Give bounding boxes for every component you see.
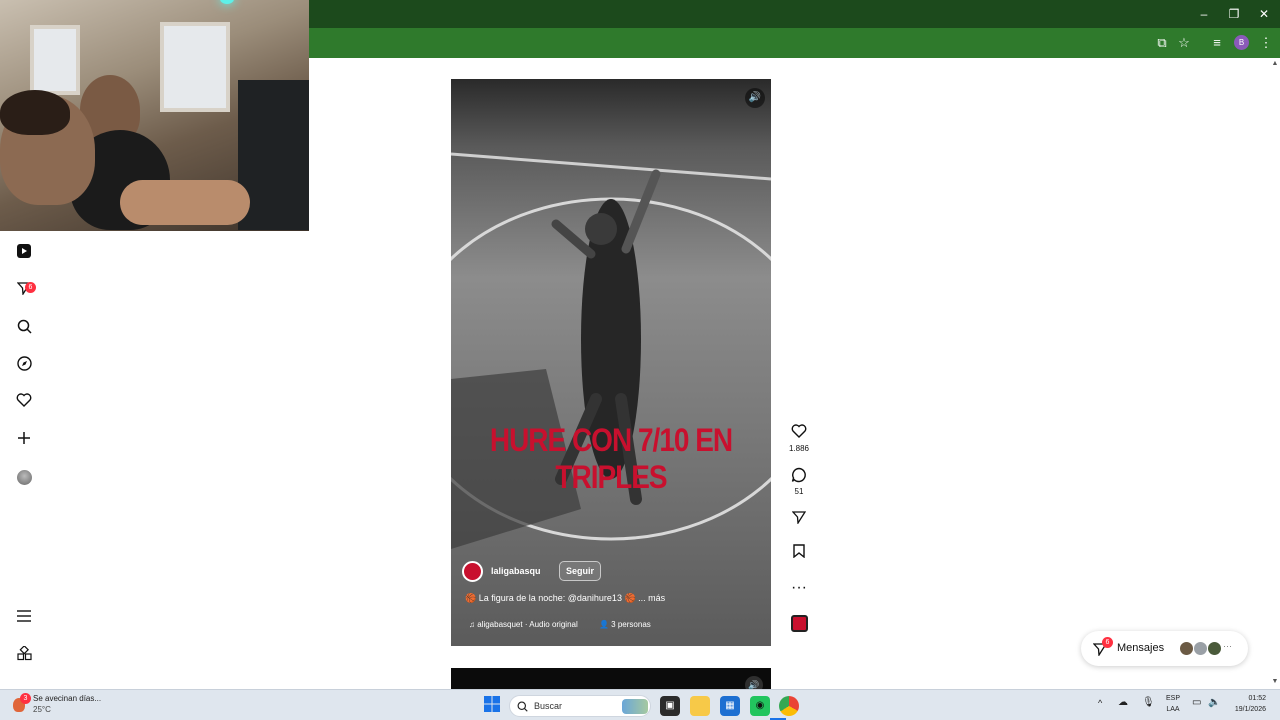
install-app-icon[interactable]: ⧉ bbox=[1153, 34, 1171, 52]
room-window bbox=[160, 22, 230, 112]
direct-badge: 6 bbox=[25, 282, 36, 293]
keyboard-layout-indicator[interactable]: LAA bbox=[1163, 706, 1183, 713]
more-dots-icon: ··· bbox=[1223, 641, 1232, 651]
reel-author-avatar[interactable] bbox=[462, 561, 483, 582]
avatar bbox=[1193, 641, 1208, 656]
search-icon[interactable] bbox=[14, 319, 34, 339]
heart-icon[interactable] bbox=[786, 424, 812, 444]
compass-icon[interactable] bbox=[14, 356, 34, 376]
comment-action[interactable]: 51 bbox=[786, 467, 812, 496]
plus-icon[interactable] bbox=[14, 431, 34, 451]
webcam-overlay bbox=[0, 0, 309, 231]
messages-badge: 6 bbox=[1102, 637, 1113, 648]
messages-button[interactable]: 6 Mensajes ··· bbox=[1081, 631, 1248, 666]
screen: – ❐ ✕ ⧉ ☆ ≡ B ⋮ 6 ▲ ▼ 🔊 HURE CON 7/10 EN… bbox=[0, 0, 1280, 720]
grid-icon[interactable] bbox=[14, 645, 34, 666]
weather-text[interactable]: Se avecinan días... bbox=[33, 694, 101, 703]
bookmark-star-icon[interactable]: ☆ bbox=[1175, 34, 1193, 52]
room-window bbox=[30, 25, 80, 95]
restore-button[interactable]: ❐ bbox=[1224, 4, 1244, 24]
reels-icon[interactable] bbox=[14, 244, 34, 264]
reel-overlay-text: HURE CON 7/10 EN TRIPLES bbox=[489, 422, 733, 495]
video-frame bbox=[451, 79, 771, 646]
taskbar-search[interactable]: Buscar bbox=[509, 695, 651, 717]
close-button[interactable]: ✕ bbox=[1254, 4, 1274, 24]
share-action[interactable] bbox=[786, 510, 812, 530]
next-reel-video[interactable]: 🔊 bbox=[451, 668, 771, 694]
save-action[interactable] bbox=[786, 544, 812, 564]
reel-author-name[interactable]: laligabasqu bbox=[491, 566, 541, 576]
reel-audio[interactable]: ♫ aligabasquet · Audio original bbox=[469, 620, 578, 629]
messages-label: Mensajes bbox=[1117, 642, 1165, 654]
search-highlight-image bbox=[622, 699, 648, 714]
media-control-icon[interactable]: ≡ bbox=[1208, 34, 1226, 52]
profile-avatar-icon[interactable]: B bbox=[1234, 35, 1249, 50]
like-action[interactable]: 1.886 bbox=[786, 424, 812, 453]
comment-count: 51 bbox=[794, 487, 804, 496]
store-icon[interactable]: ▦ bbox=[720, 696, 740, 716]
windows-start-icon[interactable] bbox=[482, 696, 502, 716]
scroll-down-arrow[interactable]: ▼ bbox=[1270, 678, 1280, 686]
weather-temp: 25°C bbox=[33, 705, 51, 714]
reel-tagged-people[interactable]: 👤 3 personas bbox=[599, 620, 651, 629]
scroll-up-arrow[interactable]: ▲ bbox=[1270, 60, 1280, 68]
chrome-icon[interactable] bbox=[779, 696, 799, 716]
language-indicator[interactable]: ESP bbox=[1163, 695, 1183, 702]
avatar-icon[interactable] bbox=[14, 468, 34, 488]
taskbar-search-placeholder: Buscar bbox=[534, 701, 563, 711]
volume-muted-icon[interactable]: 🔈 bbox=[1208, 697, 1220, 708]
reel-caption[interactable]: 🏀 La figura de la noche: @danihure13 🏀 .… bbox=[465, 593, 665, 604]
onedrive-icon[interactable]: ☁ bbox=[1118, 697, 1128, 708]
clock-date[interactable]: 19/1/2026 bbox=[1222, 706, 1266, 713]
audio-thumbnail[interactable] bbox=[786, 615, 812, 632]
bookmark-icon[interactable] bbox=[786, 544, 812, 564]
clock-time[interactable]: 01:52 bbox=[1226, 695, 1266, 702]
more-options-action[interactable]: ··· bbox=[786, 578, 812, 598]
lamp-light bbox=[220, 0, 234, 4]
volume-icon[interactable]: 🔊 bbox=[745, 88, 765, 108]
paper-plane-icon[interactable] bbox=[786, 510, 812, 530]
weather-badge: 3 bbox=[20, 693, 31, 704]
chevron-up-icon[interactable]: ^ bbox=[1098, 698, 1102, 708]
avatar bbox=[1179, 641, 1194, 656]
heart-icon[interactable] bbox=[14, 393, 34, 413]
person-arm bbox=[120, 180, 250, 225]
more-dots-icon[interactable]: ··· bbox=[786, 578, 812, 598]
search-icon bbox=[517, 701, 528, 712]
audio-cover-icon[interactable] bbox=[790, 615, 808, 632]
person-hair bbox=[0, 90, 70, 135]
avatar bbox=[1207, 641, 1222, 656]
file-explorer-icon[interactable] bbox=[690, 696, 710, 716]
like-count: 1.886 bbox=[788, 444, 810, 453]
task-view-icon[interactable]: ▣ bbox=[660, 696, 680, 716]
microphone-icon[interactable]: 🎙 bbox=[1142, 697, 1155, 708]
reel-video[interactable]: 🔊 HURE CON 7/10 EN TRIPLES laligabasqu S… bbox=[451, 79, 771, 646]
taskbar: 3 Se avecinan días... 25°C Buscar ▣ ▦ ◉ … bbox=[0, 689, 1280, 720]
follow-button[interactable]: Seguir bbox=[559, 561, 602, 581]
minimize-button[interactable]: – bbox=[1194, 4, 1214, 24]
network-icon[interactable]: ▭ bbox=[1192, 697, 1201, 708]
hamburger-icon[interactable] bbox=[14, 608, 34, 628]
menu-dots-icon[interactable]: ⋮ bbox=[1257, 34, 1275, 52]
app-icon[interactable]: ◉ bbox=[750, 696, 770, 716]
comment-icon[interactable] bbox=[786, 467, 812, 487]
